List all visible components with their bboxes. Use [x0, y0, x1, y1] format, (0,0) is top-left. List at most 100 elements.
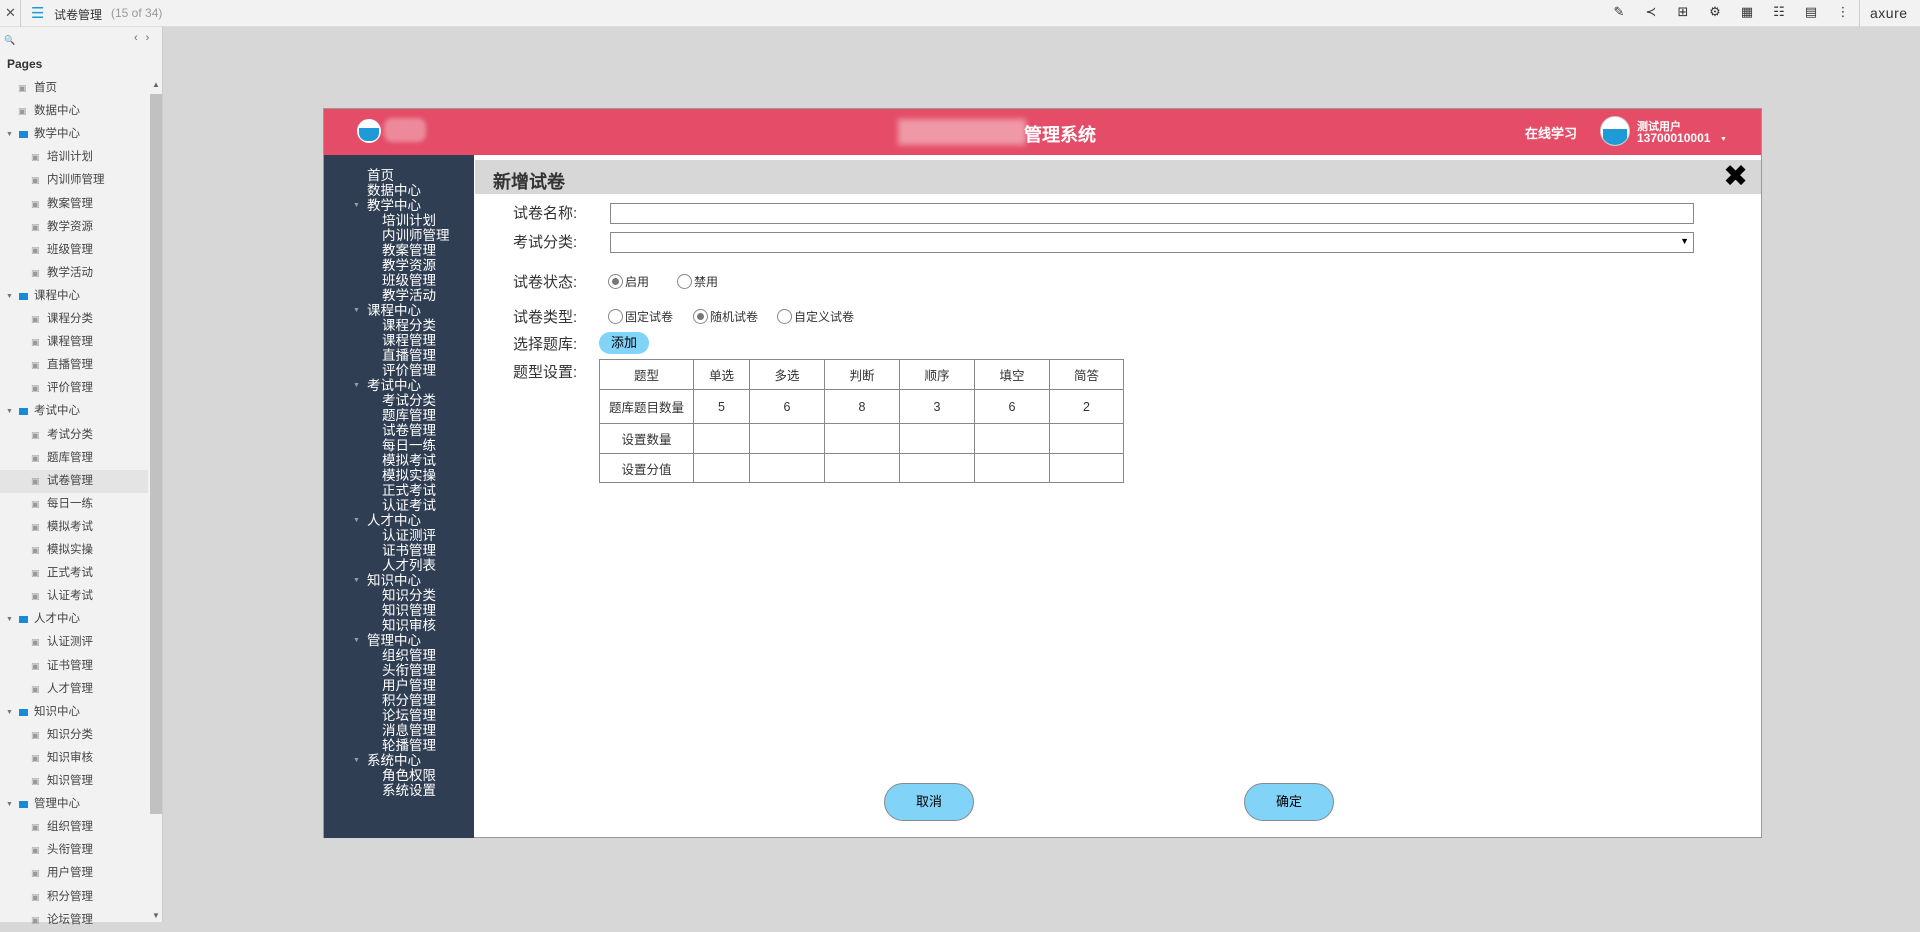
- more-icon[interactable]: ⋮: [1834, 4, 1852, 20]
- type-radio-custom[interactable]: 自定义试卷: [777, 308, 854, 325]
- side-nav-item[interactable]: 轮播管理: [382, 738, 436, 753]
- side-nav-item[interactable]: 头衔管理: [382, 663, 436, 678]
- expand-arrow-icon[interactable]: ▼: [6, 793, 13, 816]
- side-nav-item[interactable]: 消息管理: [382, 723, 436, 738]
- side-nav-item[interactable]: 知识分类: [382, 588, 436, 603]
- side-nav-item[interactable]: 系统中心: [367, 753, 421, 768]
- expand-arrow-icon[interactable]: ▼: [6, 123, 13, 146]
- search-icon[interactable]: 🔍: [4, 35, 15, 46]
- side-nav-item[interactable]: 正式考试: [382, 483, 436, 498]
- side-nav-item[interactable]: 用户管理: [382, 678, 436, 693]
- page-tree-item[interactable]: ▣ 培训计划: [0, 146, 148, 169]
- page-tree-item[interactable]: ▣ 试卷管理: [0, 469, 148, 493]
- scrollbar-thumb[interactable]: [150, 94, 162, 814]
- expand-arrow-icon[interactable]: ▼: [353, 753, 360, 768]
- side-nav-item[interactable]: 教案管理: [382, 243, 436, 258]
- table-cell[interactable]: [693, 423, 750, 454]
- category-select[interactable]: ▼: [610, 232, 1694, 253]
- side-nav-item[interactable]: 数据中心: [367, 183, 421, 198]
- add-bank-button[interactable]: 添加: [599, 332, 649, 354]
- share-icon[interactable]: ≺: [1642, 4, 1660, 20]
- paper-name-input[interactable]: [610, 203, 1694, 224]
- scroll-up-icon[interactable]: ▲: [152, 80, 160, 89]
- page-tree-item[interactable]: ▣ 模拟实操: [0, 539, 148, 562]
- side-nav-item[interactable]: 人才列表: [382, 558, 436, 573]
- status-radio-disabled[interactable]: 禁用: [677, 273, 718, 290]
- page-tree-item[interactable]: ▣ 知识管理: [0, 770, 148, 793]
- page-tree-item[interactable]: ▣ 题库管理: [0, 447, 148, 470]
- table-cell[interactable]: [899, 423, 975, 454]
- page-tree-item[interactable]: ▣ 教学资源: [0, 216, 148, 239]
- side-nav-item[interactable]: 班级管理: [382, 273, 436, 288]
- side-nav-item[interactable]: 试卷管理: [382, 423, 436, 438]
- side-nav-item[interactable]: 知识审核: [382, 618, 436, 633]
- expand-arrow-icon[interactable]: ▼: [6, 608, 13, 631]
- notes-icon[interactable]: ▤: [1802, 4, 1820, 20]
- collapse-arrows[interactable]: ‹›: [134, 32, 157, 44]
- side-nav-item[interactable]: 知识管理: [382, 603, 436, 618]
- table-cell[interactable]: [974, 453, 1050, 483]
- side-nav-item[interactable]: 系统设置: [382, 783, 436, 798]
- side-nav-item[interactable]: 每日一练: [382, 438, 436, 453]
- page-tree-item[interactable]: ▼ 管理中心: [0, 793, 148, 816]
- page-tree-item[interactable]: ▣ 课程管理: [0, 331, 148, 354]
- page-tree-item[interactable]: ▣ 积分管理: [0, 886, 148, 909]
- page-tree-item[interactable]: ▣ 论坛管理: [0, 909, 148, 932]
- side-nav-item[interactable]: 培训计划: [382, 213, 436, 228]
- table-cell[interactable]: [749, 453, 825, 483]
- page-tree-item[interactable]: ▣ 证书管理: [0, 655, 148, 678]
- side-nav-item[interactable]: 积分管理: [382, 693, 436, 708]
- type-radio-random[interactable]: 随机试卷: [693, 308, 758, 325]
- side-nav-item[interactable]: 直播管理: [382, 348, 436, 363]
- side-nav-item[interactable]: 管理中心: [367, 633, 421, 648]
- page-tree-item[interactable]: ▣ 班级管理: [0, 239, 148, 262]
- cancel-button[interactable]: 取消: [884, 783, 974, 821]
- side-nav-item[interactable]: 教学活动: [382, 288, 436, 303]
- page-tree-item[interactable]: ▣ 知识分类: [0, 724, 148, 747]
- expand-arrow-icon[interactable]: ▼: [353, 573, 360, 588]
- expand-arrow-icon[interactable]: ▼: [353, 198, 360, 213]
- page-tree-item[interactable]: ▣ 直播管理: [0, 354, 148, 377]
- page-tree-item[interactable]: ▼ 教学中心: [0, 123, 148, 146]
- close-icon[interactable]: ✕: [5, 5, 16, 21]
- expand-arrow-icon[interactable]: ▼: [353, 378, 360, 393]
- side-nav-item[interactable]: 教学中心: [367, 198, 421, 213]
- side-nav-item[interactable]: 知识中心: [367, 573, 421, 588]
- page-tree-item[interactable]: ▼ 知识中心: [0, 701, 148, 724]
- page-tree-item[interactable]: ▣ 模拟考试: [0, 516, 148, 539]
- side-nav-item[interactable]: 论坛管理: [382, 708, 436, 723]
- side-nav-item[interactable]: 模拟实操: [382, 468, 436, 483]
- page-tree-item[interactable]: ▣ 人才管理: [0, 678, 148, 701]
- page-tree-item[interactable]: ▣ 组织管理: [0, 816, 148, 839]
- page-tree-item[interactable]: ▣ 认证考试: [0, 585, 148, 608]
- table-cell[interactable]: [824, 423, 900, 454]
- page-tree-item[interactable]: ▣ 课程分类: [0, 308, 148, 331]
- side-nav-item[interactable]: 课程分类: [382, 318, 436, 333]
- page-tree-item[interactable]: ▼ 课程中心: [0, 285, 148, 308]
- table-cell[interactable]: [1049, 453, 1124, 483]
- expand-arrow-icon[interactable]: ▼: [353, 513, 360, 528]
- expand-arrow-icon[interactable]: ▼: [353, 303, 360, 318]
- online-learning-link[interactable]: 在线学习: [1525, 123, 1577, 142]
- scrollbar[interactable]: ▲ ▼: [150, 78, 162, 922]
- side-nav-item[interactable]: 题库管理: [382, 408, 436, 423]
- table-cell[interactable]: [974, 423, 1050, 454]
- side-nav-item[interactable]: 人才中心: [367, 513, 421, 528]
- page-tree-item[interactable]: ▣ 头衔管理: [0, 839, 148, 862]
- expand-arrow-icon[interactable]: ▼: [6, 285, 13, 308]
- page-tree-item[interactable]: ▣ 知识审核: [0, 747, 148, 770]
- status-radio-enabled[interactable]: 启用: [608, 273, 649, 290]
- side-nav-item[interactable]: 课程中心: [367, 303, 421, 318]
- scroll-down-icon[interactable]: ▼: [152, 911, 160, 920]
- page-tree-item[interactable]: ▣ 用户管理: [0, 862, 148, 885]
- expand-arrow-icon[interactable]: ▼: [6, 400, 13, 423]
- page-tree-item[interactable]: ▼ 人才中心: [0, 608, 148, 631]
- close-icon[interactable]: ✖: [1723, 161, 1748, 193]
- list-icon[interactable]: ☷: [1770, 4, 1788, 20]
- side-nav-item[interactable]: 考试中心: [367, 378, 421, 393]
- page-tree-item[interactable]: ▣ 数据中心: [0, 100, 148, 123]
- user-phone[interactable]: 13700010001: [1637, 131, 1710, 145]
- map-icon[interactable]: ⊞: [1674, 4, 1692, 20]
- page-tree-item[interactable]: ▣ 考试分类: [0, 424, 148, 447]
- type-radio-fixed[interactable]: 固定试卷: [608, 308, 673, 325]
